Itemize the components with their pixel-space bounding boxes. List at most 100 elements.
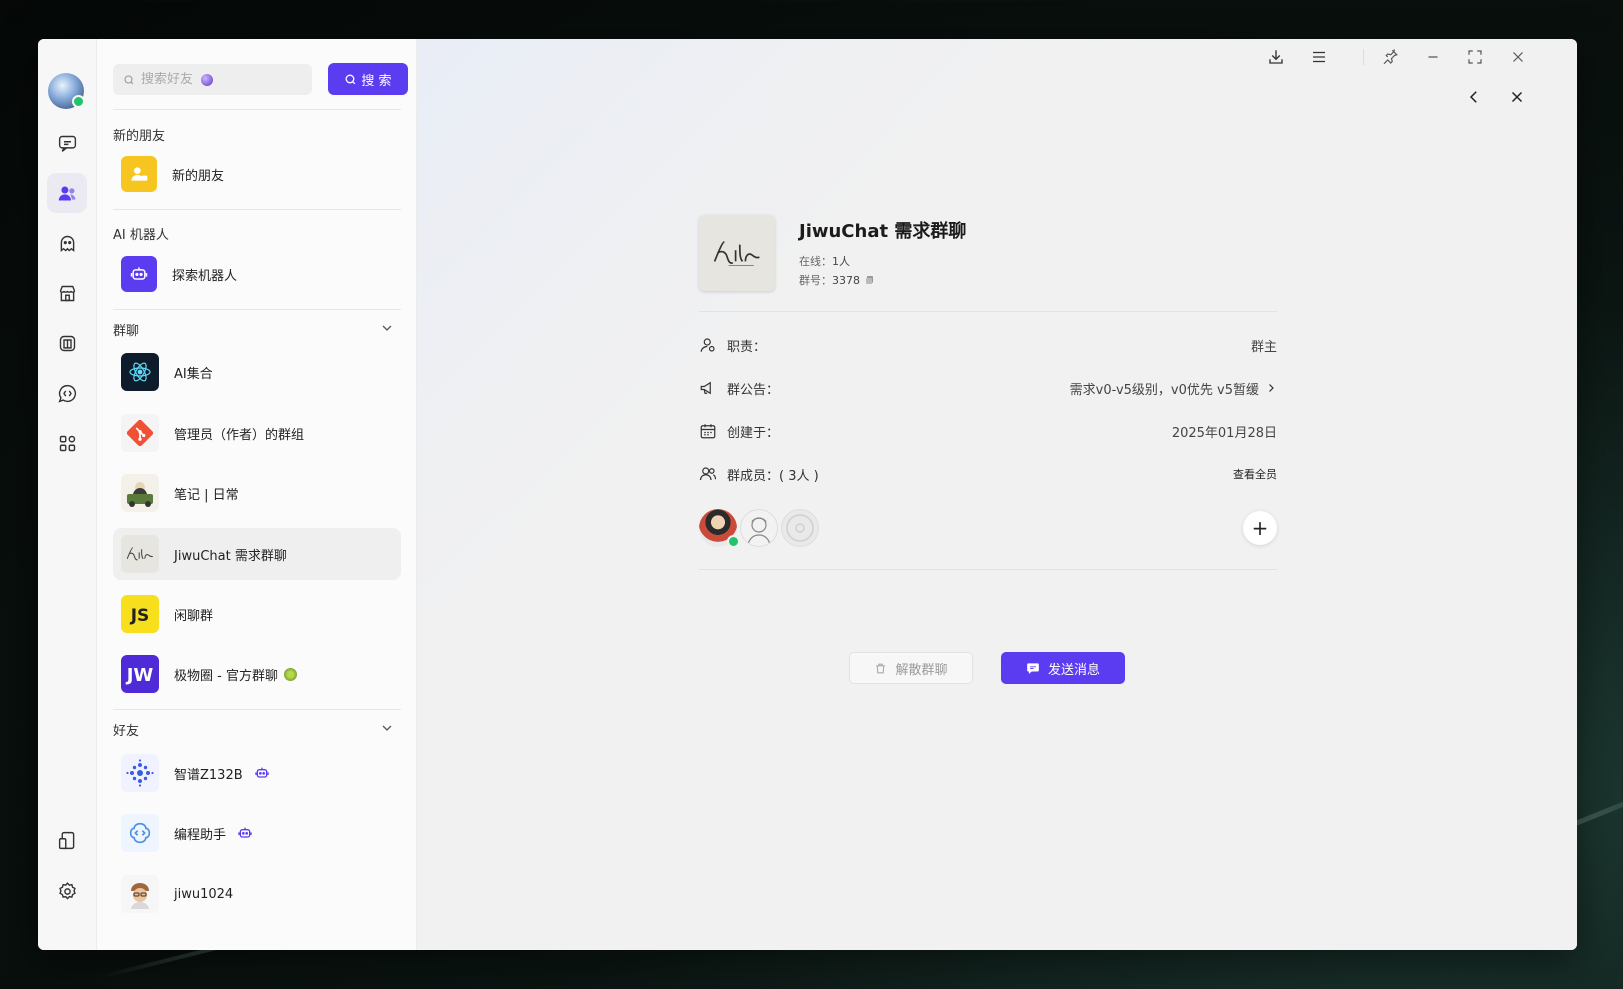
- maximize-button[interactable]: [1465, 47, 1485, 67]
- kilr-signature-icon: [121, 535, 159, 573]
- role-row: 职责： 群主: [699, 333, 1277, 357]
- online-label: 在线：: [799, 255, 832, 268]
- calendar-icon: [700, 424, 716, 439]
- ghost-nav-button[interactable]: [47, 223, 87, 263]
- search-input[interactable]: [135, 72, 201, 87]
- online-count: 在线：1人: [799, 253, 850, 269]
- download-button[interactable]: [1266, 47, 1286, 67]
- minimize-button[interactable]: [1423, 47, 1443, 67]
- section-title-ai-bots: AI 机器人: [113, 228, 169, 243]
- book-nav-button[interactable]: [47, 323, 87, 363]
- notice-label: 群公告：: [727, 382, 780, 398]
- notice-row[interactable]: 群公告： 需求v0-v5级别，v0优先 v5暂缓: [699, 376, 1277, 400]
- explore-bots-item[interactable]: 探索机器人: [113, 248, 401, 300]
- send-label: 发送消息: [1047, 662, 1100, 678]
- gear-icon: [58, 881, 76, 900]
- back-button[interactable]: [1464, 87, 1484, 107]
- settings-nav-button[interactable]: [47, 871, 87, 911]
- js-logo-icon: JS: [121, 595, 159, 633]
- chevron-left-icon: [1469, 91, 1477, 103]
- group-item-admin[interactable]: 管理员（作者）的群组: [113, 407, 401, 459]
- section-title-friends: 好友: [113, 724, 140, 739]
- pin-button[interactable]: [1380, 47, 1400, 67]
- ghost-icon: [60, 235, 74, 252]
- group-label: 极物圈 - 官方群聊: [174, 668, 278, 684]
- memoji-avatar-icon: [121, 875, 159, 913]
- hamburger-menu-icon: [1313, 51, 1325, 63]
- friend-item-zhipu[interactable]: 智谱Z132B: [113, 747, 401, 799]
- add-member-button[interactable]: +: [1243, 511, 1277, 545]
- group-number: 群号： 3378: [799, 272, 875, 288]
- contacts-nav-button[interactable]: [47, 173, 87, 213]
- code-chat-nav-button[interactable]: [47, 373, 87, 413]
- notice-value-wrap: 需求v0-v5级别，v0优先 v5暂缓: [1070, 379, 1277, 398]
- robot-icon: [238, 827, 252, 838]
- group-label: 笔记 | 日常: [174, 487, 239, 503]
- nav-rail: [38, 39, 97, 950]
- members-icon: [699, 467, 717, 481]
- new-friends-item[interactable]: 新的朋友: [113, 148, 401, 200]
- kiwi-emoji-icon: [283, 667, 297, 681]
- group-label: AI集合: [174, 366, 213, 382]
- group-avatar[interactable]: [699, 215, 775, 291]
- trash-icon: [876, 663, 886, 673]
- close-window-button[interactable]: [1508, 47, 1528, 67]
- search-box[interactable]: [113, 64, 312, 95]
- user-avatar[interactable]: [48, 73, 85, 109]
- group-name: JiwuChat 需求群聊: [799, 221, 967, 242]
- minimize-icon: [1428, 56, 1438, 58]
- contacts-panel: 搜 索 新的朋友 新的朋友 AI 机器人 探索机器人 群聊 AI集合: [97, 39, 417, 950]
- group-item-jiwuchat[interactable]: JiwuChat 需求群聊: [113, 528, 401, 580]
- device-nav-button[interactable]: [47, 820, 87, 860]
- group-item-official[interactable]: JW 极物圈 - 官方群聊: [113, 648, 401, 700]
- search-button[interactable]: 搜 索: [328, 63, 408, 95]
- dissolve-group-button[interactable]: 解散群聊: [849, 652, 973, 684]
- member-avatar[interactable]: [781, 509, 819, 547]
- member-online-dot: [727, 535, 740, 548]
- crystal-ball-emoji-icon: [201, 73, 213, 86]
- chevron-down-icon[interactable]: [382, 723, 392, 733]
- notice-value: 需求v0-v5级别，v0优先 v5暂缓: [1069, 382, 1259, 398]
- chat-nav-button[interactable]: [47, 123, 87, 163]
- store-icon: [59, 285, 75, 301]
- members-row: 群成员：( 3人 ) 查看全员: [699, 462, 1277, 486]
- code-chat-icon: [57, 384, 76, 403]
- search-icon: [345, 74, 356, 84]
- git-logo-icon: [121, 414, 159, 452]
- copy-icon[interactable]: [865, 275, 875, 285]
- notes-illustration-icon: [121, 474, 159, 512]
- section-title-groups: 群聊: [113, 324, 140, 339]
- group-item-ai-collection[interactable]: AI集合: [113, 346, 401, 398]
- send-message-button[interactable]: 发送消息: [1001, 652, 1125, 684]
- contacts-icon: [58, 186, 75, 200]
- member-avatar[interactable]: [740, 509, 778, 547]
- close-icon: [1511, 91, 1523, 103]
- view-all-members-link[interactable]: 查看全员: [1233, 466, 1277, 482]
- chevron-down-icon[interactable]: [382, 323, 392, 333]
- jw-logo-icon: JW: [121, 655, 159, 693]
- members-label: 群成员：( 3人 ): [727, 468, 819, 484]
- chevron-right-icon: [1269, 384, 1274, 392]
- search-button-label: 搜 索: [361, 73, 392, 89]
- close-detail-button[interactable]: [1507, 87, 1527, 107]
- menu-button[interactable]: [1309, 47, 1329, 67]
- apps-nav-button[interactable]: [47, 423, 87, 463]
- maximize-icon: [1468, 50, 1482, 64]
- divider: [699, 569, 1277, 570]
- section-title-new-friends: 新的朋友: [113, 129, 166, 144]
- book-icon: [59, 335, 75, 351]
- megaphone-icon: [700, 381, 711, 395]
- divider: [113, 309, 401, 310]
- group-item-notes[interactable]: 笔记 | 日常: [113, 467, 401, 519]
- friend-item-jiwu1024[interactable]: jiwu1024: [113, 868, 401, 920]
- group-label: 管理员（作者）的群组: [174, 427, 305, 443]
- friend-label: 智谱Z132B: [174, 767, 243, 783]
- group-number-value: 3378: [832, 273, 860, 287]
- group-item-chat[interactable]: JS 闲聊群: [113, 588, 401, 640]
- store-nav-button[interactable]: [47, 273, 87, 313]
- friend-item-coding-assistant[interactable]: 编程助手: [113, 807, 401, 859]
- group-number-label: 群号：: [799, 274, 832, 287]
- group-label: JiwuChat 需求群聊: [174, 548, 287, 564]
- new-friends-label: 新的朋友: [172, 168, 225, 184]
- new-friend-icon: [121, 156, 157, 192]
